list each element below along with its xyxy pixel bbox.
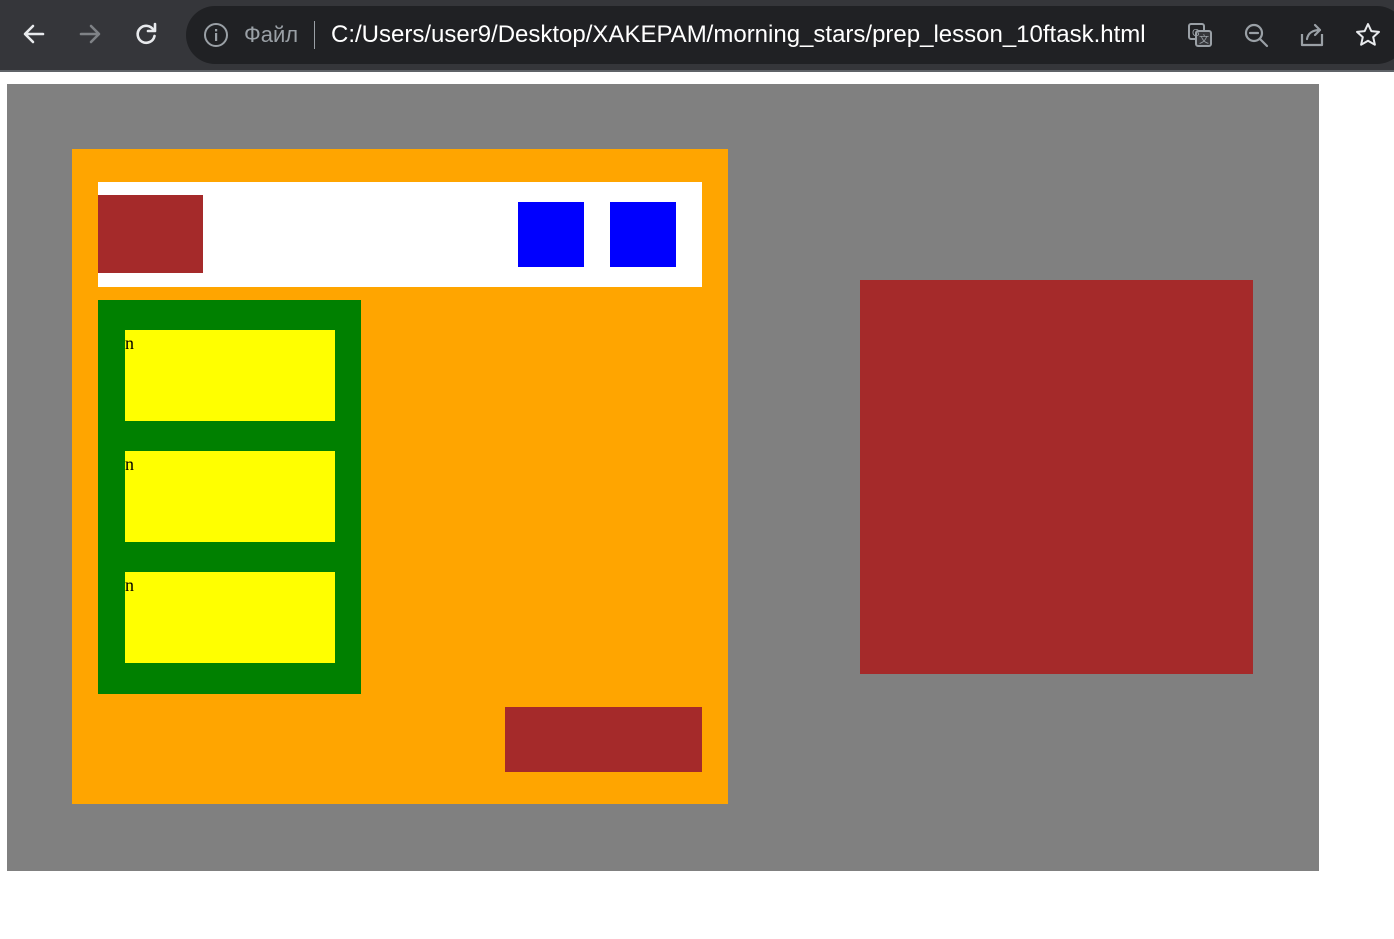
card-label: n — [125, 454, 134, 474]
header-button-1[interactable] — [518, 202, 584, 267]
bookmark-star-icon[interactable] — [1353, 20, 1383, 50]
card-label: n — [125, 575, 134, 595]
zoom-out-icon[interactable] — [1241, 20, 1271, 50]
address-separator — [314, 21, 315, 49]
url-text[interactable]: C:/Users/user9/Desktop/XAKEPAM/morning_s… — [331, 18, 1146, 52]
file-scheme-label: Файл — [244, 22, 299, 47]
svg-text:文: 文 — [1199, 33, 1209, 46]
page-viewport: n n n — [0, 72, 1394, 939]
info-icon[interactable] — [203, 22, 229, 53]
browser-toolbar: Файл C:/Users/user9/Desktop/XAKEPAM/morn… — [0, 0, 1394, 72]
back-arrow-icon[interactable] — [14, 14, 54, 54]
share-icon[interactable] — [1297, 20, 1327, 50]
orange-panel: n n n — [72, 149, 728, 804]
card-label: n — [125, 333, 134, 353]
green-sidebar: n n n — [98, 300, 361, 694]
header-logo-block — [98, 195, 203, 273]
reload-icon[interactable] — [126, 14, 166, 54]
large-brown-block — [860, 280, 1253, 674]
yellow-card: n — [125, 451, 335, 542]
header-button-2[interactable] — [610, 202, 676, 267]
yellow-card: n — [125, 572, 335, 663]
forward-arrow-icon[interactable] — [70, 14, 110, 54]
gray-container: n n n — [7, 84, 1319, 871]
footer-block — [505, 707, 702, 772]
white-header — [98, 182, 702, 287]
translate-icon[interactable]: G文 — [1185, 20, 1215, 50]
yellow-card: n — [125, 330, 335, 421]
